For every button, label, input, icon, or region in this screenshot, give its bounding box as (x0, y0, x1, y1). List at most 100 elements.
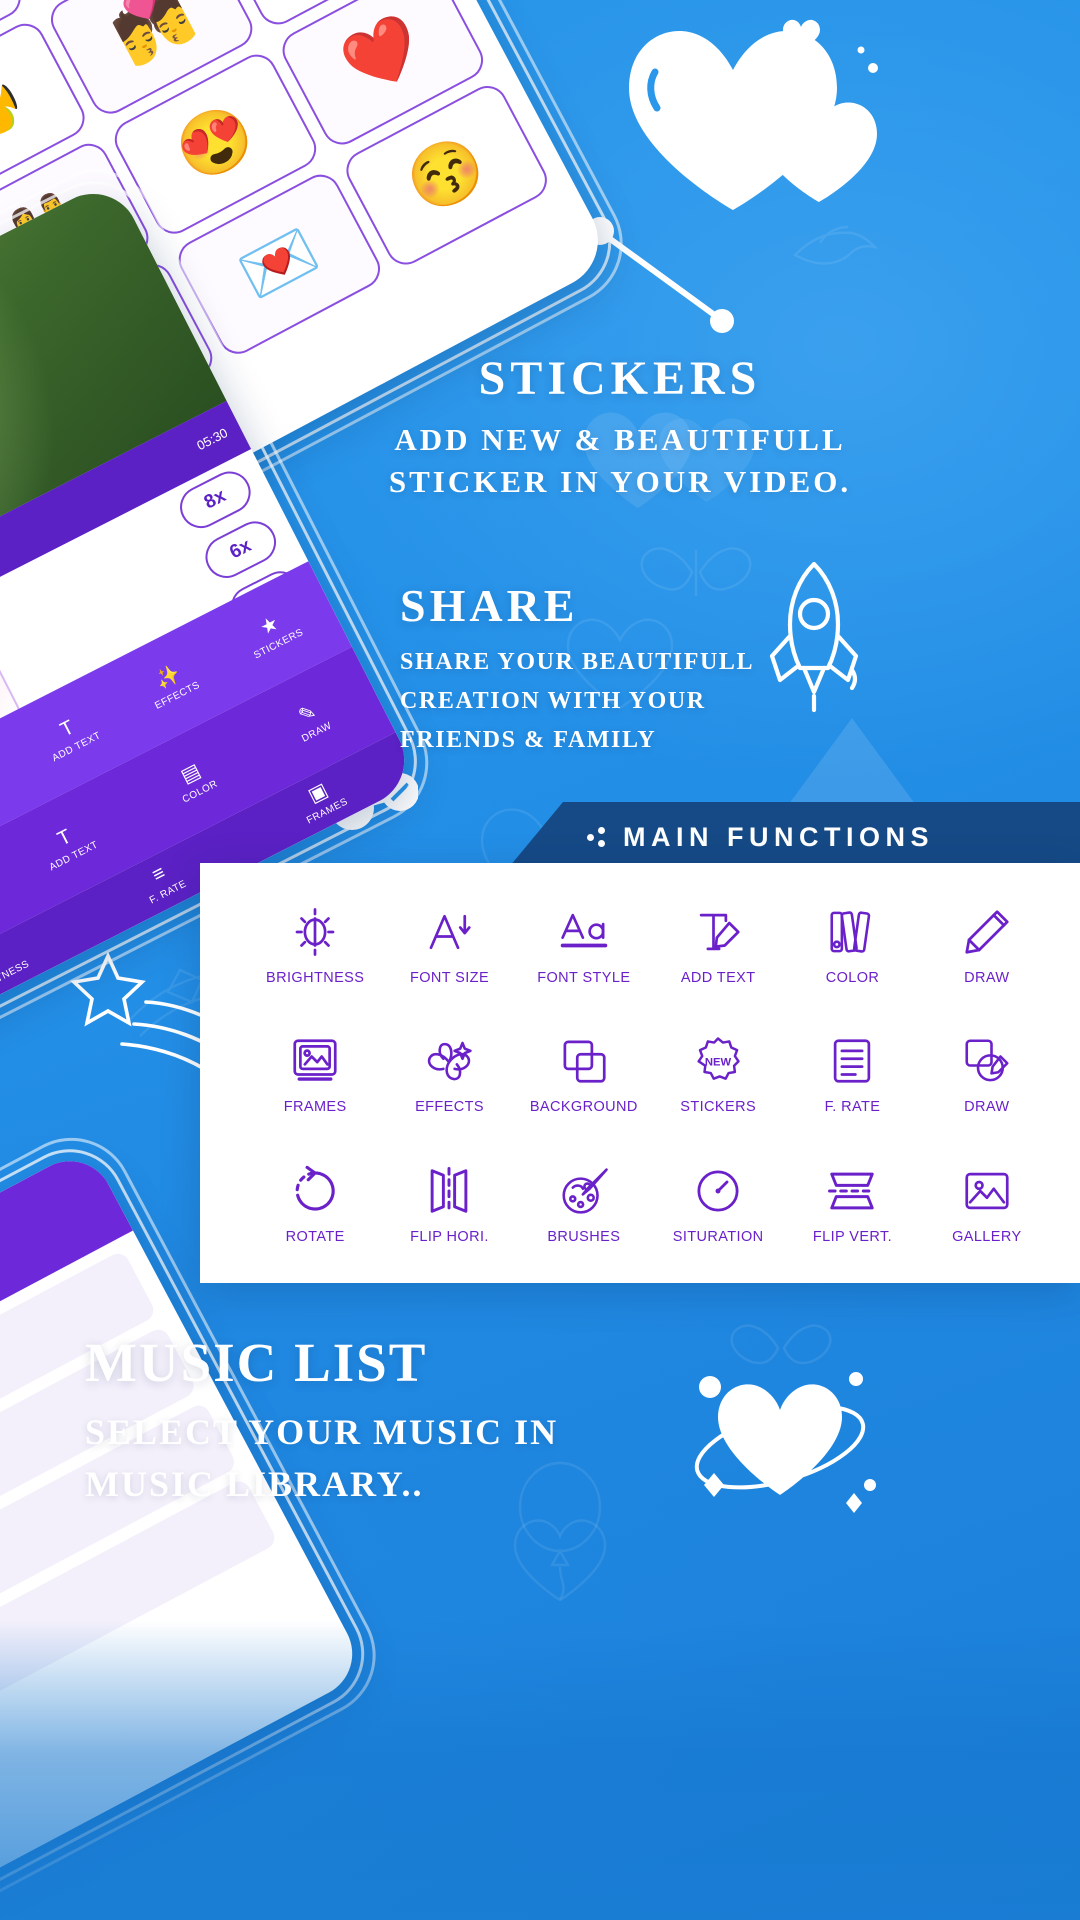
frame-rate-icon (825, 1034, 879, 1088)
function-label: SITURATION (672, 1228, 764, 1245)
tool-item[interactable]: ✨ EFFECTS (142, 657, 202, 712)
font-style-icon (557, 905, 611, 959)
function-flip-vertical[interactable]: FLIP VERT. (785, 1164, 919, 1245)
video-time-label: 05:30 (194, 424, 230, 453)
sticker-glyph: ❤️ (332, 6, 433, 104)
function-gallery[interactable]: GALLERY (920, 1164, 1054, 1245)
functions-row: BRIGHTNESS FONT SIZE FONT STYLE ADD TEXT… (248, 881, 1054, 1010)
color-icon: ▤ (177, 759, 205, 788)
brightness-icon (288, 905, 342, 959)
function-label: FONT STYLE (537, 970, 631, 987)
function-label: DRAW (964, 1099, 1010, 1116)
function-stickers[interactable]: NEW STICKERS (651, 1034, 785, 1115)
stickers-title: STICKERS (478, 352, 762, 405)
functions-row: FRAMES EFFECTS BACKGROUND NEW STICKERS F… (248, 1010, 1054, 1139)
function-label: BRUSHES (547, 1228, 621, 1245)
function-label: BRIGHTNESS (266, 970, 365, 987)
function-frame-rate[interactable]: F. RATE (785, 1034, 919, 1115)
main-functions-label: MAIN FUNCTIONS (623, 821, 934, 852)
function-label: STICKERS (680, 1099, 757, 1116)
stickers-copy-block: STICKERS ADD NEW & BEAUTIFULL STICKER IN… (350, 355, 890, 502)
function-label: FLIP HORI. (410, 1228, 489, 1245)
frame-rate-icon: ≡ (148, 861, 170, 887)
stickers-desc-line2: STICKER IN YOUR VIDEO. (388, 463, 852, 499)
music-desc-line2: MUSIC LIBRARY.. (85, 1464, 424, 1505)
function-flip-horizontal[interactable]: FLIP HORI. (382, 1164, 516, 1245)
function-frames[interactable]: FRAMES (248, 1034, 382, 1115)
brush-palette-icon (557, 1164, 611, 1218)
share-desc-line1: SHARE YOUR BEAUTIFULL (400, 649, 755, 675)
function-label: FLIP VERT. (812, 1228, 893, 1245)
tool-item[interactable]: ▤ COLOR (169, 756, 219, 806)
font-size-icon (422, 905, 476, 959)
sticker-glyph: 💌 (228, 215, 330, 313)
stickers-icon: ★ (256, 612, 283, 640)
effects-icon (422, 1034, 476, 1088)
sticker-glyph: 😍 (164, 95, 266, 193)
function-saturation[interactable]: SITURATION (651, 1164, 785, 1245)
hearts-hero-illustration (629, 19, 878, 211)
function-background[interactable]: BACKGROUND (517, 1034, 651, 1115)
flip-horizontal-icon (422, 1164, 476, 1218)
frames-icon: ▣ (304, 778, 332, 808)
layers-draw-icon (960, 1034, 1014, 1088)
new-badge-icon: NEW (691, 1034, 745, 1088)
function-label: BACKGROUND (529, 1099, 638, 1116)
function-font-size[interactable]: FONT SIZE (382, 905, 516, 986)
function-label: F. RATE (824, 1099, 881, 1116)
function-brightness[interactable]: BRIGHTNESS (248, 905, 382, 986)
tool-item[interactable]: ≡ F. RATE (136, 856, 189, 907)
function-label: ROTATE (285, 1228, 345, 1245)
background-icon (557, 1034, 611, 1088)
gallery-icon (960, 1164, 1014, 1218)
functions-row: ROTATE FLIP HORI. BRUSHES SITURATION FLI… (248, 1140, 1054, 1269)
function-brushes[interactable]: BRUSHES (517, 1164, 651, 1245)
function-label: GALLERY (952, 1228, 1022, 1245)
function-draw-1[interactable]: DRAW (920, 905, 1054, 986)
svg-text:NEW: NEW (705, 1057, 732, 1069)
promo-graphic: 🐶 💋 💑 🐠 💏 😘 👫 😍 ❤️ 💖 💌 😚 05:30 (0, 0, 1080, 1920)
function-draw-2[interactable]: DRAW (920, 1034, 1054, 1115)
add-text-icon (691, 905, 745, 959)
draw-icon: ✎ (295, 700, 321, 728)
color-palette-icon (825, 905, 879, 959)
add-text-icon: T (54, 825, 76, 851)
main-functions-panel: BRIGHTNESS FONT SIZE FONT STYLE ADD TEXT… (200, 863, 1080, 1283)
function-color[interactable]: COLOR (785, 905, 919, 986)
pencil-icon (960, 905, 1014, 959)
tool-item[interactable]: T ADD TEXT (36, 817, 100, 873)
function-add-text[interactable]: ADD TEXT (651, 905, 785, 986)
music-copy-block: MUSIC LIST SELECT YOUR MUSIC IN MUSIC LI… (85, 1335, 725, 1510)
rocket-icon (769, 561, 859, 713)
function-label: EFFECTS (415, 1099, 484, 1116)
share-desc-line2: CREATION WITH YOUR (400, 687, 706, 714)
heart-dots-watermark (513, 1519, 607, 1602)
share-copy-block: SHARE SHARE YOUR BEAUTIFULL CREATION WIT… (400, 583, 760, 760)
share-desc-line3: FRIENDS & FAMILY (400, 726, 657, 753)
sticker-glyph: 🐠 (0, 63, 35, 162)
rotate-icon (288, 1164, 342, 1218)
sticker-glyph: 💏 (101, 0, 202, 73)
function-label: DRAW (964, 970, 1010, 987)
function-rotate[interactable]: ROTATE (248, 1164, 382, 1245)
bottom-gradient-band (0, 1620, 1080, 1920)
music-desc-line1: SELECT YOUR MUSIC IN (85, 1412, 559, 1452)
stickers-desc-line1: ADD NEW & BEAUTIFULL (394, 422, 846, 457)
dove-watermark-1 (792, 225, 879, 265)
tool-item[interactable]: ★ STICKERS (241, 605, 305, 661)
share-title: SHARE (400, 580, 579, 631)
tool-item[interactable]: ▣ FRAMES (294, 774, 350, 826)
main-functions-banner: MAIN FUNCTIONS (505, 802, 1080, 872)
tool-item[interactable]: T ADD TEXT (39, 708, 102, 764)
dots-icon (587, 827, 607, 847)
flip-vertical-icon (825, 1164, 879, 1218)
function-label: FONT SIZE (409, 970, 490, 987)
music-title: MUSIC LIST (85, 1332, 428, 1393)
tool-item[interactable]: ✎ DRAW (289, 698, 334, 745)
function-font-style[interactable]: FONT STYLE (517, 905, 651, 986)
function-effects[interactable]: EFFECTS (382, 1034, 516, 1115)
saturation-icon (691, 1164, 745, 1218)
function-label: COLOR (825, 970, 880, 987)
sticker-glyph: 😚 (395, 126, 497, 224)
frames-icon (288, 1034, 342, 1088)
